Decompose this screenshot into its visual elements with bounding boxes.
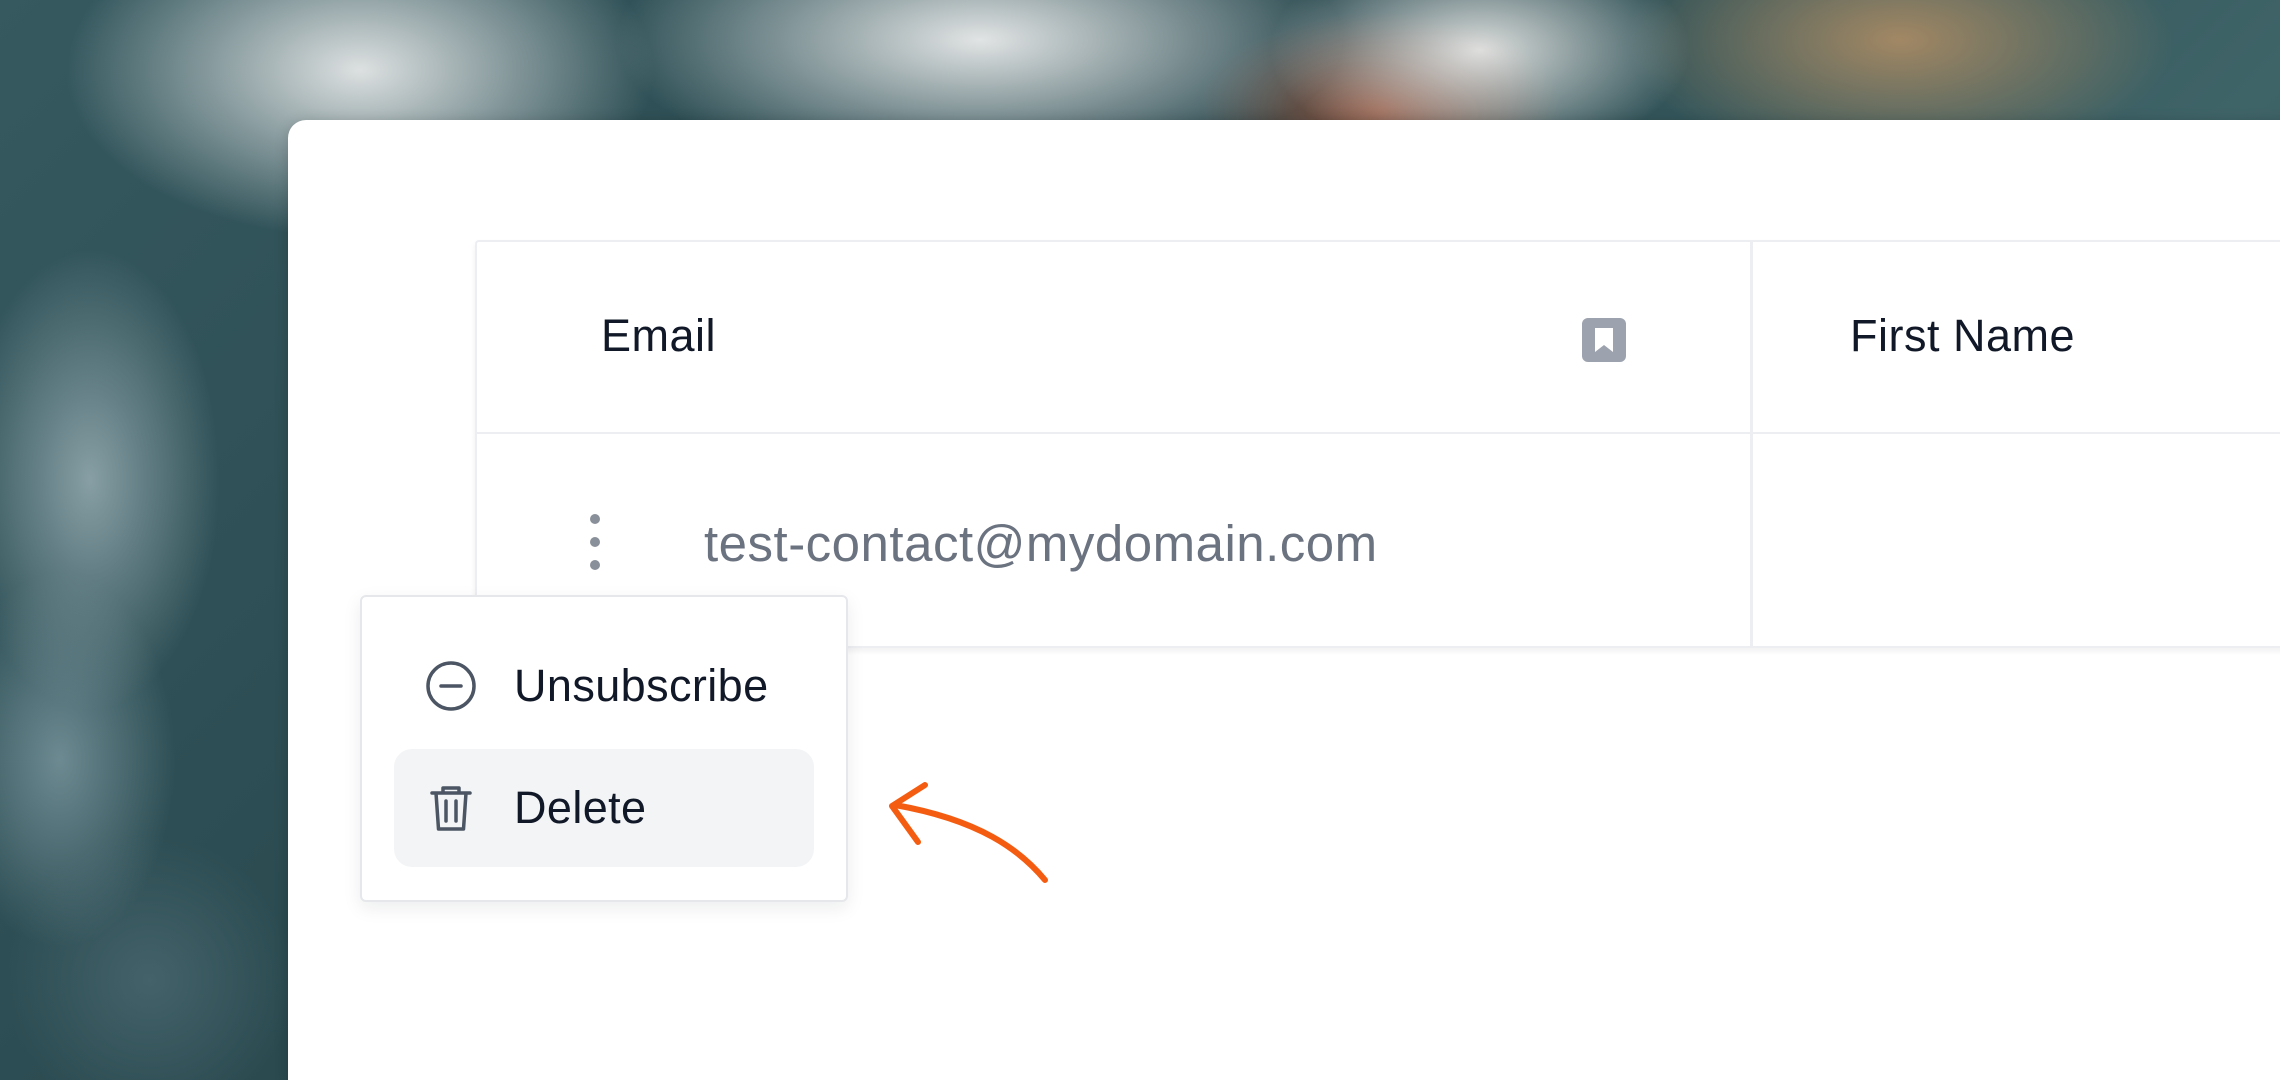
menu-item-delete[interactable]: Delete <box>394 749 814 867</box>
menu-item-label: Delete <box>514 782 647 833</box>
column-header-first-name[interactable]: First Name <box>1850 310 2075 362</box>
annotation-arrow-icon <box>889 782 1048 883</box>
contacts-table: Email First Name test-contact@mydomain.c… <box>475 240 2280 648</box>
email-cell[interactable]: test-contact@mydomain.com <box>704 514 1378 573</box>
bookmark-icon[interactable] <box>1582 318 1626 362</box>
menu-item-unsubscribe[interactable]: Unsubscribe <box>394 627 814 745</box>
row-context-menu: Unsubscribe Delete <box>360 595 848 902</box>
column-divider[interactable] <box>1750 242 1753 646</box>
trash-icon <box>430 786 472 831</box>
minus-circle-icon <box>426 661 476 711</box>
column-header-email[interactable]: Email <box>601 310 716 362</box>
menu-item-label: Unsubscribe <box>514 660 769 711</box>
table-header-row: Email First Name <box>477 242 2280 434</box>
row-actions-kebab-icon[interactable] <box>587 514 603 570</box>
